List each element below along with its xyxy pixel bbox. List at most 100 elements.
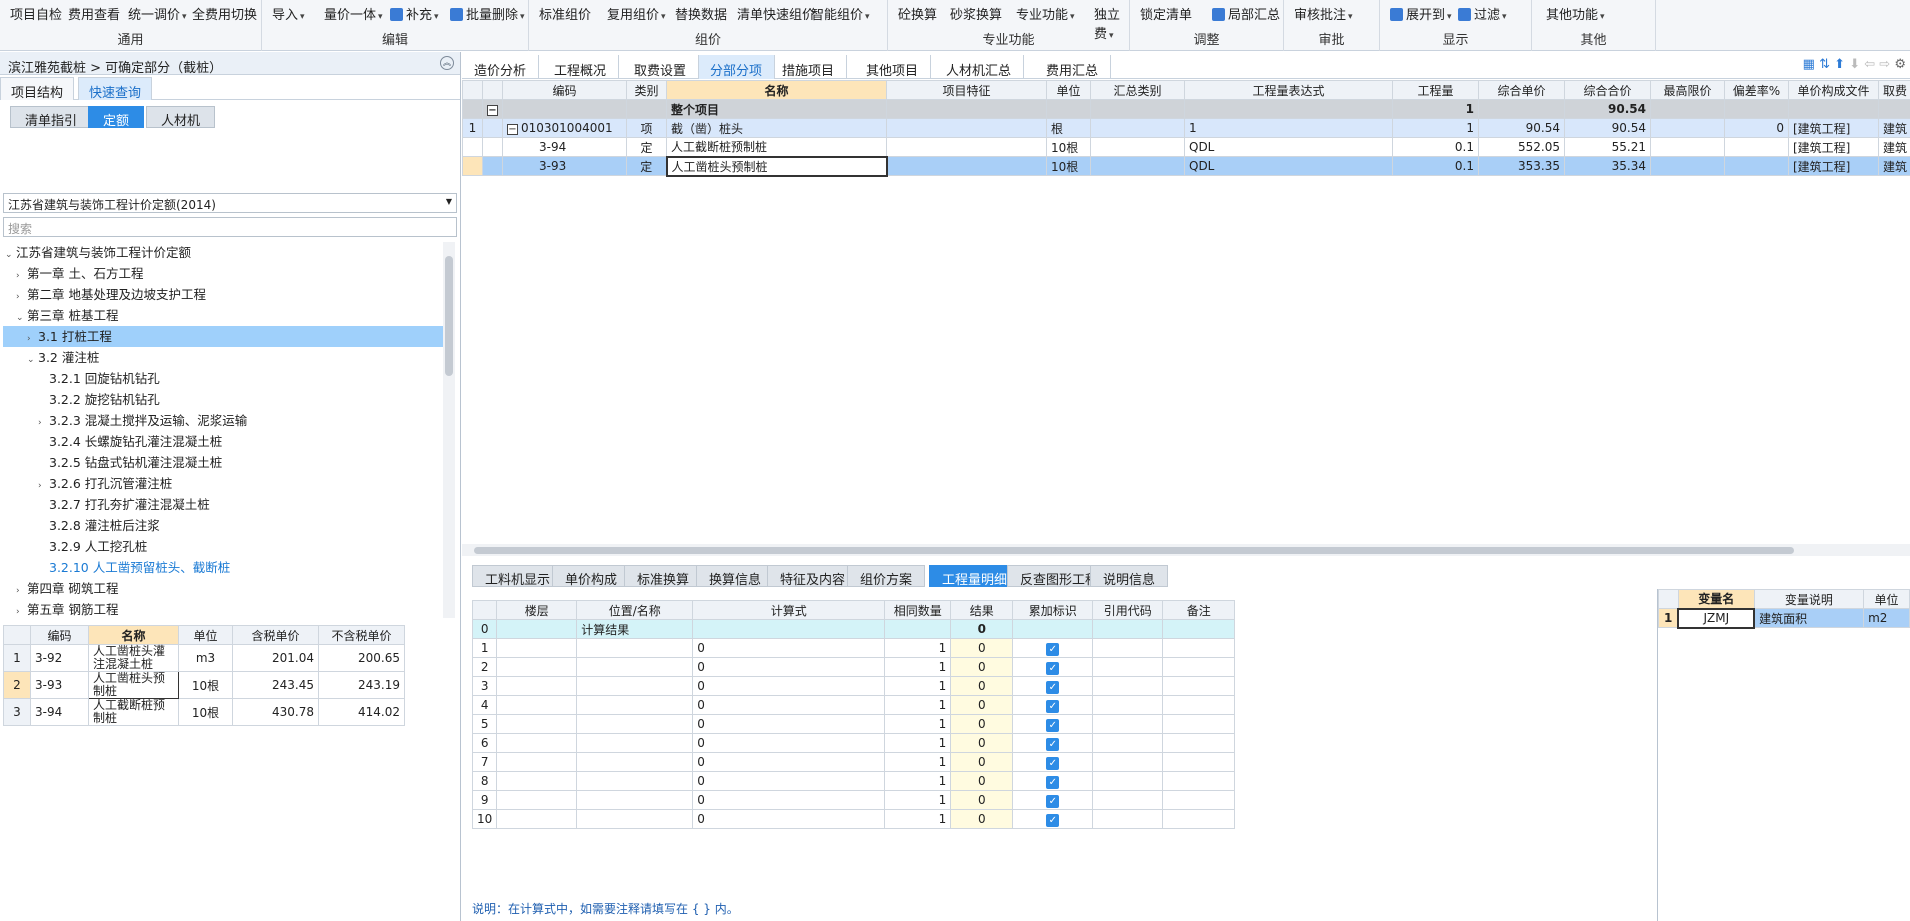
row-expr[interactable]: 1	[1184, 118, 1393, 138]
tab-1[interactable]: 工程概况	[542, 55, 620, 79]
column-header[interactable]: 计算式	[692, 600, 886, 620]
summary-row[interactable]: − 整个项目 1 90.54	[462, 99, 1910, 119]
table-row[interactable]: 2 3-93 人工凿桩头预制桩 10根 243.45 243.19	[3, 671, 405, 699]
column-header[interactable]	[482, 80, 503, 100]
column-header[interactable]: 取费	[1878, 80, 1910, 100]
formula-cell[interactable]: 0	[692, 733, 886, 753]
formula-cell[interactable]: 0	[692, 790, 886, 810]
detail-tab-1[interactable]: 单价构成	[552, 565, 631, 588]
tree-node[interactable]: 3.2.10 人工凿预留桩头、截断桩	[3, 557, 443, 578]
column-header[interactable]: 变量说明	[1753, 589, 1865, 609]
accumulate-checkbox[interactable]: ✓	[1046, 718, 1060, 732]
column-header[interactable]: 楼层	[496, 600, 578, 620]
ribbon-button-1-2[interactable]: 补充 ▾	[390, 4, 439, 23]
formula-cell[interactable]: 0	[692, 676, 886, 696]
ribbon-button-0-2[interactable]: 统一调价 ▾	[128, 4, 187, 23]
ribbon-button-2-4[interactable]: 智能组价 ▾	[811, 4, 870, 23]
formula-cell[interactable]: 0	[692, 657, 886, 677]
tree-node[interactable]: 3.2.1 回旋钻机钻孔	[3, 368, 443, 389]
detail-tab-8[interactable]: 说明信息	[1090, 565, 1169, 588]
row-file[interactable]: [建筑工程]	[1788, 118, 1879, 138]
tree-scrollbar-thumb[interactable]	[445, 256, 453, 376]
accumulate-checkbox[interactable]: ✓	[1046, 775, 1060, 789]
column-header[interactable]: 单位	[1046, 80, 1091, 100]
tree-node[interactable]: 3.2.2 旋挖钻机钻孔	[3, 389, 443, 410]
accumulate-checkbox[interactable]: ✓	[1046, 680, 1060, 694]
ribbon-button-2-3[interactable]: 清单快速组价	[737, 4, 815, 23]
column-header[interactable]: 名称	[666, 80, 887, 100]
quota-search-input[interactable]: 搜索	[3, 217, 457, 237]
row-name[interactable]: 人工截断桩预制桩	[666, 137, 887, 157]
ribbon-button-4-1[interactable]: 局部汇总	[1212, 4, 1280, 23]
count-cell[interactable]: 1	[884, 790, 952, 810]
table-row[interactable]: 6 0 1 0 ✓	[471, 733, 1236, 753]
ribbon-button-0-1[interactable]: 费用查看	[68, 4, 120, 23]
column-header[interactable]: 最高限价	[1650, 80, 1725, 100]
column-header[interactable]: 含税单价	[232, 625, 319, 645]
table-row[interactable]: 3-94 定人工截断桩预制桩 10根 QDL 0.1 552.05 55.21 [建筑工程] 建…	[462, 137, 1910, 157]
column-header[interactable]: 综合合价	[1564, 80, 1651, 100]
column-header[interactable]: 工程量表达式	[1184, 80, 1393, 100]
detail-tab-0[interactable]: 工料机显示	[472, 565, 564, 588]
ribbon-button-1-1[interactable]: 量价一体 ▾	[324, 4, 383, 23]
ribbon-button-1-3[interactable]: 批量删除 ▾	[450, 4, 525, 23]
count-cell[interactable]: 1	[884, 771, 952, 791]
column-header[interactable]: 结果	[950, 600, 1014, 620]
calc-result-row[interactable]: 0 计算结果 0	[471, 619, 1236, 639]
table-row[interactable]: 2 0 1 0 ✓	[471, 657, 1236, 677]
ribbon-button-1-0[interactable]: 导入 ▾	[272, 4, 305, 23]
row-file[interactable]: [建筑工程]	[1788, 137, 1879, 157]
column-header[interactable]: 位置/名称	[576, 600, 694, 620]
tree-node[interactable]: › 3.1 打桩工程	[3, 326, 443, 347]
accumulate-checkbox[interactable]: ✓	[1046, 813, 1060, 827]
count-cell[interactable]: 1	[884, 752, 952, 772]
table-row[interactable]: 7 0 1 0 ✓	[471, 752, 1236, 772]
ribbon-button-2-0[interactable]: 标准组价	[539, 4, 591, 23]
tree-node[interactable]: ⌄ 江苏省建筑与装饰工程计价定额	[3, 242, 443, 263]
count-cell[interactable]: 1	[884, 733, 952, 753]
tab-6[interactable]: 人材机汇总	[934, 55, 1025, 79]
arrow-right-icon[interactable]: ⇨	[1879, 57, 1890, 72]
tree-node[interactable]: ⌄ 第三章 桩基工程	[3, 305, 443, 326]
table-row[interactable]: 10 0 1 0 ✓	[471, 809, 1236, 829]
collapse-icon[interactable]: ︽	[440, 56, 454, 70]
detail-tab-5[interactable]: 组价方案	[847, 565, 926, 588]
tab-quick-query[interactable]: 快速查询	[78, 77, 153, 101]
count-cell[interactable]: 1	[884, 809, 952, 829]
tree-node[interactable]: › 第二章 地基处理及边坡支护工程	[3, 284, 443, 305]
sort-icon[interactable]: ⇅	[1819, 57, 1830, 72]
move-down-icon[interactable]: ⬇	[1849, 57, 1860, 72]
table-row[interactable]: 3 3-94 人工截断桩预制桩 10根 430.78 414.02	[3, 698, 405, 726]
subtab-quota[interactable]: 定额	[88, 106, 145, 129]
collapse-tree-icon[interactable]: −	[507, 124, 518, 135]
tree-node[interactable]: › 3.2.6 打孔沉管灌注桩	[3, 473, 443, 494]
column-header[interactable]: 单价构成文件	[1788, 80, 1879, 100]
column-settings-icon[interactable]: ▦	[1803, 57, 1815, 72]
tree-node[interactable]: 3.2.7 打孔夯扩灌注混凝土桩	[3, 494, 443, 515]
ribbon-button-7-0[interactable]: 其他功能 ▾	[1546, 4, 1605, 23]
column-header[interactable]: 编码	[30, 625, 89, 645]
quota-select[interactable]: 江苏省建筑与装饰工程计价定额(2014) ▼	[3, 193, 457, 213]
table-row[interactable]: 3 0 1 0 ✓	[471, 676, 1236, 696]
column-header[interactable]: 类别	[626, 80, 667, 100]
column-header[interactable]: 项目特征	[886, 80, 1047, 100]
column-header[interactable]: 相同数量	[884, 600, 952, 620]
ribbon-button-0-3[interactable]: 全费用切换	[192, 4, 257, 23]
subtab-bill-guide[interactable]: 清单指引	[10, 106, 93, 129]
formula-cell[interactable]: 0	[692, 771, 886, 791]
tree-scrollbar[interactable]	[443, 242, 455, 618]
ribbon-button-2-1[interactable]: 复用组价 ▾	[607, 4, 666, 23]
tab-4[interactable]: 措施项目	[770, 55, 848, 79]
table-row[interactable]: 5 0 1 0 ✓	[471, 714, 1236, 734]
ribbon-button-5-0[interactable]: 审核批注 ▾	[1294, 4, 1353, 23]
tab-5[interactable]: 其他项目	[854, 55, 932, 79]
column-header[interactable]	[471, 600, 498, 620]
detail-tab-3[interactable]: 换算信息	[696, 565, 775, 588]
formula-cell[interactable]: 0	[692, 752, 886, 772]
column-header[interactable]: 备注	[1162, 600, 1236, 620]
ribbon-button-3-0[interactable]: 砼换算	[898, 4, 937, 23]
tree-node[interactable]: ⌄ 3.2 灌注桩	[3, 347, 443, 368]
column-header[interactable]: 引用代码	[1092, 600, 1164, 620]
tab-3[interactable]: 分部分项	[698, 55, 776, 79]
accumulate-checkbox[interactable]: ✓	[1046, 661, 1060, 675]
